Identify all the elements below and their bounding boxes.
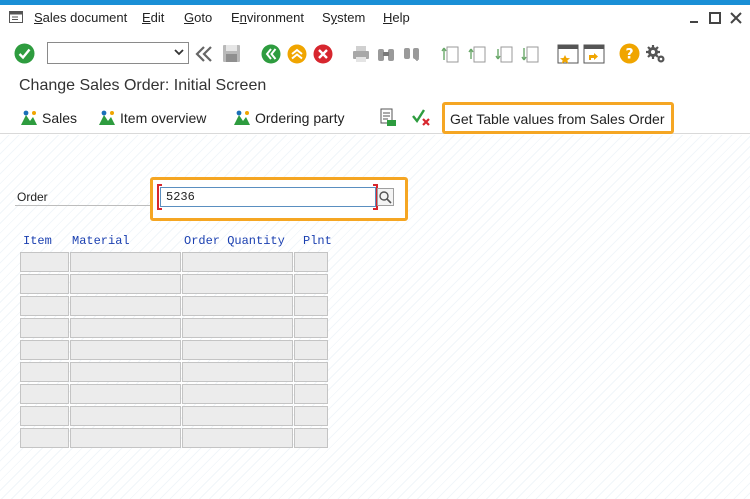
cell-item[interactable] — [20, 296, 69, 316]
cell-item[interactable] — [20, 340, 69, 360]
cell-order-quantity[interactable] — [182, 274, 293, 294]
cell-order-quantity[interactable] — [182, 428, 293, 448]
cell-plant[interactable] — [294, 362, 328, 382]
menu-environment[interactable]: Environment — [231, 10, 304, 25]
item-overview-button-label: Item overview — [120, 110, 207, 126]
column-header-item: Item — [23, 234, 52, 248]
column-header-plant: Plnt — [303, 234, 332, 248]
app-menu-icon[interactable] — [9, 11, 23, 23]
close-icon[interactable] — [729, 11, 743, 25]
new-session-icon[interactable] — [557, 43, 579, 65]
sales-button-label: Sales — [42, 110, 78, 126]
svg-text:?: ? — [625, 47, 633, 63]
get-table-values-label: Get Table values from Sales Order — [450, 111, 665, 127]
cell-item[interactable] — [20, 428, 69, 448]
cell-material[interactable] — [70, 252, 181, 272]
menu-help[interactable]: Help — [383, 10, 410, 25]
document-flow-icon[interactable] — [378, 108, 398, 128]
value-help-button[interactable] — [377, 188, 394, 206]
cell-item[interactable] — [20, 362, 69, 382]
mountain-chart-icon — [99, 110, 115, 125]
cell-order-quantity[interactable] — [182, 252, 293, 272]
cell-material[interactable] — [70, 384, 181, 404]
shortcut-icon[interactable] — [583, 43, 605, 65]
cell-material[interactable] — [70, 428, 181, 448]
cell-item[interactable] — [20, 252, 69, 272]
cell-plant[interactable] — [294, 406, 328, 426]
print-icon[interactable] — [351, 44, 371, 64]
command-field[interactable] — [47, 42, 189, 64]
menu-bar: Sales document Edit Goto Environment Sys… — [0, 5, 750, 30]
cell-plant[interactable] — [294, 340, 328, 360]
find-icon[interactable] — [376, 44, 396, 64]
page-title: Change Sales Order: Initial Screen — [19, 77, 267, 94]
mountain-chart-icon — [21, 110, 37, 125]
exit-icon[interactable] — [287, 44, 307, 64]
cell-plant[interactable] — [294, 274, 328, 294]
check-cancel-icon[interactable] — [411, 108, 433, 128]
cell-material[interactable] — [70, 296, 181, 316]
cell-plant[interactable] — [294, 252, 328, 272]
order-label-divider — [15, 205, 154, 206]
chevron-down-icon[interactable] — [174, 48, 184, 56]
get-table-values-button[interactable]: Get Table values from Sales Order — [442, 102, 674, 134]
cell-material[interactable] — [70, 318, 181, 338]
save-icon[interactable] — [222, 44, 241, 63]
cell-material[interactable] — [70, 406, 181, 426]
help-icon[interactable]: ? — [619, 43, 640, 64]
cell-item[interactable] — [20, 318, 69, 338]
cell-order-quantity[interactable] — [182, 406, 293, 426]
column-header-order-quantity: Order Quantity — [184, 234, 285, 248]
ordering-party-button-label: Ordering party — [255, 110, 345, 126]
last-page-icon[interactable] — [520, 44, 540, 64]
cell-material[interactable] — [70, 340, 181, 360]
back-icon[interactable] — [261, 44, 281, 64]
search-icon — [379, 191, 392, 204]
cell-plant[interactable] — [294, 296, 328, 316]
cell-item[interactable] — [20, 274, 69, 294]
cell-plant[interactable] — [294, 428, 328, 448]
menu-edit[interactable]: Edit — [142, 10, 164, 25]
order-input[interactable]: 5236 — [160, 187, 376, 207]
menu-sales-document[interactable]: Sales document — [34, 10, 127, 25]
cell-material[interactable] — [70, 362, 181, 382]
menu-system[interactable]: System — [322, 10, 365, 25]
enter-icon[interactable] — [14, 43, 35, 64]
find-next-icon[interactable] — [402, 44, 422, 64]
cell-order-quantity[interactable] — [182, 362, 293, 382]
cell-order-quantity[interactable] — [182, 340, 293, 360]
settings-icon[interactable] — [645, 43, 667, 65]
menu-goto[interactable]: Goto — [184, 10, 212, 25]
mountain-chart-icon — [234, 110, 250, 125]
first-page-icon[interactable] — [440, 44, 460, 64]
cell-order-quantity[interactable] — [182, 296, 293, 316]
maximize-icon[interactable] — [708, 11, 722, 25]
item-overview-button[interactable]: Item overview — [98, 108, 206, 128]
cell-order-quantity[interactable] — [182, 318, 293, 338]
cell-plant[interactable] — [294, 318, 328, 338]
previous-page-icon[interactable] — [467, 44, 487, 64]
cell-plant[interactable] — [294, 384, 328, 404]
ordering-party-button[interactable]: Ordering party — [233, 108, 344, 128]
sales-button[interactable]: Sales — [20, 108, 77, 128]
cell-item[interactable] — [20, 406, 69, 426]
next-page-icon[interactable] — [494, 44, 514, 64]
cell-order-quantity[interactable] — [182, 384, 293, 404]
cell-material[interactable] — [70, 274, 181, 294]
minimize-icon[interactable] — [687, 11, 701, 25]
order-field-label: Order — [17, 190, 48, 204]
back-double-chevron-icon[interactable] — [195, 45, 213, 63]
cell-item[interactable] — [20, 384, 69, 404]
cancel-icon[interactable] — [313, 44, 333, 64]
column-header-material: Material — [72, 234, 130, 248]
